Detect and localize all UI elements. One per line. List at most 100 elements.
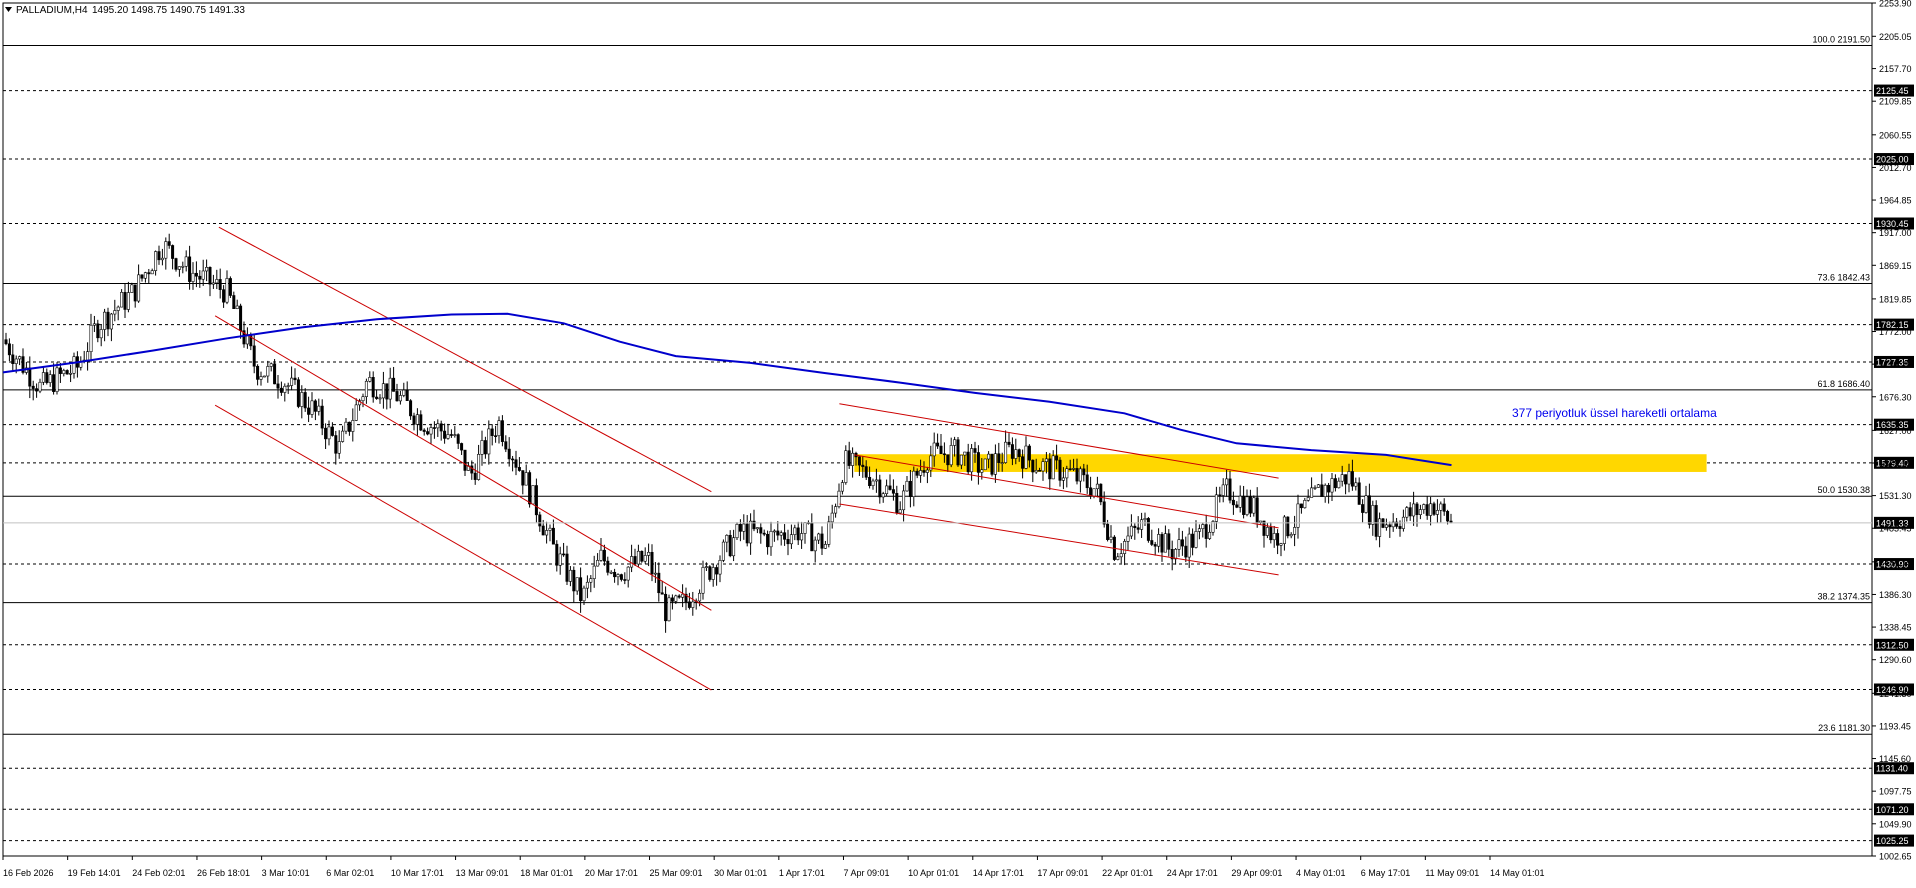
candle-body	[266, 366, 270, 377]
candle-body	[630, 556, 634, 568]
candle-body	[1306, 497, 1310, 501]
candle	[721, 539, 725, 563]
candle-body	[1041, 461, 1045, 472]
candle-body	[494, 435, 498, 437]
candle-body	[1201, 524, 1205, 530]
candle-body	[1068, 468, 1072, 471]
candle-body	[55, 367, 59, 392]
candle-body	[572, 569, 576, 592]
candle-body	[1442, 503, 1446, 512]
candle-body	[334, 435, 338, 454]
candle-body	[541, 525, 545, 536]
y-tick-label: 2253.90	[1879, 0, 1912, 9]
candle-body	[905, 480, 909, 492]
candle-body	[888, 485, 892, 490]
candle-body	[1412, 503, 1416, 517]
candle-body	[786, 539, 790, 545]
candle-body	[1238, 495, 1242, 508]
candle-body	[1014, 449, 1018, 459]
candle-body	[738, 523, 742, 532]
ohlc-label: 1495.20 1498.75 1490.75 1491.33	[92, 5, 245, 16]
candle-body	[670, 597, 674, 602]
x-tick-label: 22 Apr 01:01	[1102, 868, 1153, 878]
candle-body	[613, 571, 617, 578]
candle-body	[1422, 504, 1426, 510]
candle-body	[344, 421, 348, 432]
candle-body	[796, 527, 800, 541]
candle-body	[341, 430, 345, 442]
candle-body	[7, 343, 11, 356]
candle-body	[65, 370, 69, 375]
candle-body	[279, 387, 283, 393]
candle-body	[1337, 480, 1341, 489]
x-tick-label: 17 Apr 09:01	[1037, 868, 1088, 878]
candle-body	[504, 441, 508, 450]
candle-body	[456, 434, 460, 444]
candle-body	[691, 601, 695, 608]
x-tick-label: 18 Mar 01:01	[520, 868, 573, 878]
candle-body	[997, 453, 1001, 463]
candle-body	[915, 470, 919, 476]
candle-body	[1225, 478, 1229, 486]
candle-body	[188, 256, 192, 282]
candle-body	[351, 420, 355, 432]
candle-body	[1082, 468, 1086, 476]
chart-header: PALLADIUM,H4 1495.20 1498.75 1490.75 149…	[5, 5, 245, 16]
candle-body	[817, 533, 821, 541]
candle-body	[1340, 474, 1344, 482]
candle-body	[735, 523, 739, 539]
candle-body	[381, 383, 385, 399]
candle-body	[789, 534, 793, 545]
candle-body	[398, 395, 402, 402]
candle-body	[1085, 474, 1089, 489]
y-tick-label: 1772.00	[1879, 327, 1912, 337]
candle-body	[259, 376, 263, 380]
y-tick-label: 1724.15	[1879, 360, 1912, 370]
level-label: 1025.25	[1876, 836, 1909, 846]
candle-body	[150, 270, 154, 275]
candle-body	[1102, 501, 1106, 525]
candle-body	[803, 522, 807, 534]
candle-body	[14, 358, 18, 365]
candle-body	[538, 514, 542, 527]
candle-body	[164, 241, 168, 259]
y-tick-label: 2012.70	[1879, 163, 1912, 173]
candle-body	[133, 284, 137, 302]
candle-body	[303, 392, 307, 409]
candle-body	[507, 448, 511, 460]
candle-body	[375, 396, 379, 399]
candle-body	[228, 278, 232, 296]
candle-body	[463, 449, 467, 471]
candle-body	[361, 396, 365, 402]
candle-body	[755, 527, 759, 530]
candle-body	[1435, 510, 1439, 515]
candle-body	[405, 389, 409, 401]
fib-label: 100.0 2191.50	[1812, 35, 1870, 45]
candle-body	[861, 464, 865, 467]
candle-body	[959, 454, 963, 466]
candle-body	[1000, 462, 1004, 464]
axis-layer	[2, 2, 1873, 857]
candle-body	[976, 452, 980, 473]
candle-body	[432, 427, 436, 429]
candle-body	[1228, 478, 1232, 501]
candle-body	[1204, 524, 1208, 539]
candle-body	[1146, 518, 1150, 541]
candle-body	[147, 272, 151, 275]
candle-body	[715, 567, 719, 575]
candle-body	[728, 534, 732, 557]
candle-body	[881, 493, 885, 498]
level-label: 1312.50	[1876, 640, 1909, 650]
candle-body	[562, 553, 566, 556]
candle-body	[864, 466, 868, 478]
candle-body	[1333, 478, 1337, 489]
candle-body	[283, 385, 287, 393]
candle-body	[222, 289, 226, 303]
candle-body	[742, 523, 746, 532]
candle-body	[1415, 503, 1419, 515]
candle-body	[885, 485, 889, 494]
candle-body	[1299, 503, 1303, 509]
candle-body	[721, 541, 725, 561]
candle-body	[174, 258, 178, 270]
candle-body	[1242, 495, 1246, 515]
